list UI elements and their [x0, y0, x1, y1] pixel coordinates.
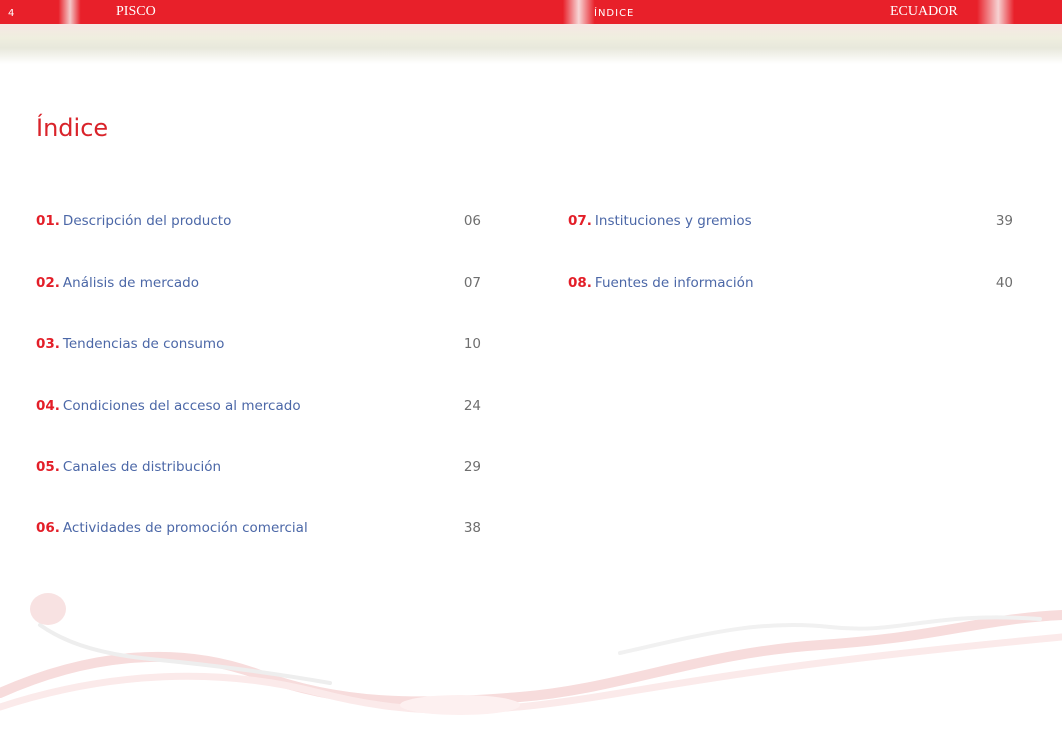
toc-item-label[interactable]: Condiciones del acceso al mercado [63, 398, 301, 414]
toc-item[interactable]: 07. Instituciones y gremios 39 [568, 206, 1013, 236]
toc-item-page: 40 [995, 275, 1013, 291]
toc-item-label[interactable]: Actividades de promoción comercial [63, 520, 308, 536]
decorative-wave-graphic [0, 593, 1062, 715]
section-title: Índice [594, 8, 635, 19]
toc-item-label[interactable]: Canales de distribución [63, 459, 221, 475]
page-number: 4 [8, 8, 15, 19]
toc-item-label[interactable]: Descripción del producto [63, 213, 231, 229]
toc-item-number: 02. [36, 275, 60, 291]
toc-item[interactable]: 02. Análisis de mercado 07 [36, 268, 481, 298]
toc-item[interactable]: 03. Tendencias de consumo 10 [36, 329, 481, 359]
toc-item-number: 05. [36, 459, 60, 475]
toc-item[interactable]: 01. Descripción del producto 06 [36, 206, 481, 236]
header-bar: 4 PISCO Índice ECUADOR [0, 0, 1062, 24]
toc-item-number: 04. [36, 398, 60, 414]
toc-item-number: 06. [36, 520, 60, 536]
toc-item-page: 29 [463, 459, 481, 475]
page-title: Índice [36, 114, 109, 142]
toc-item-page: 39 [995, 213, 1013, 229]
toc-item-page: 10 [463, 336, 481, 352]
toc-item-page: 24 [463, 398, 481, 414]
toc-item-number: 08. [568, 275, 592, 291]
toc-item-page: 06 [463, 213, 481, 229]
toc-item[interactable]: 05. Canales de distribución 29 [36, 452, 481, 482]
toc-item-number: 03. [36, 336, 60, 352]
toc-item-label[interactable]: Tendencias de consumo [63, 336, 224, 352]
toc-left-column: 01. Descripción del producto 06 02. Anális… [36, 206, 481, 546]
country-title: ECUADOR [890, 4, 958, 19]
toc-item-number: 01. [36, 213, 60, 229]
toc-item[interactable]: 08. Fuentes de información 40 [568, 268, 1013, 298]
header-shadow-band [0, 24, 1062, 64]
decorative-blur-spot [400, 695, 520, 715]
toc-item[interactable]: 04. Condiciones del acceso al mercado 24 [36, 391, 481, 421]
toc-item[interactable]: 06. Actividades de promoción comercial 38 [36, 513, 481, 543]
toc-item-label[interactable]: Fuentes de información [595, 275, 754, 291]
toc-item-label[interactable]: Instituciones y gremios [595, 213, 752, 229]
toc-item-number: 07. [568, 213, 592, 229]
toc-item-label[interactable]: Análisis de mercado [63, 275, 199, 291]
toc-right-column: 07. Instituciones y gremios 39 08. Fuentes… [568, 206, 1013, 546]
document-title: PISCO [116, 4, 156, 19]
decorative-blur-spot [30, 593, 66, 625]
toc-item-page: 07 [463, 275, 481, 291]
toc-item-page: 38 [463, 520, 481, 536]
